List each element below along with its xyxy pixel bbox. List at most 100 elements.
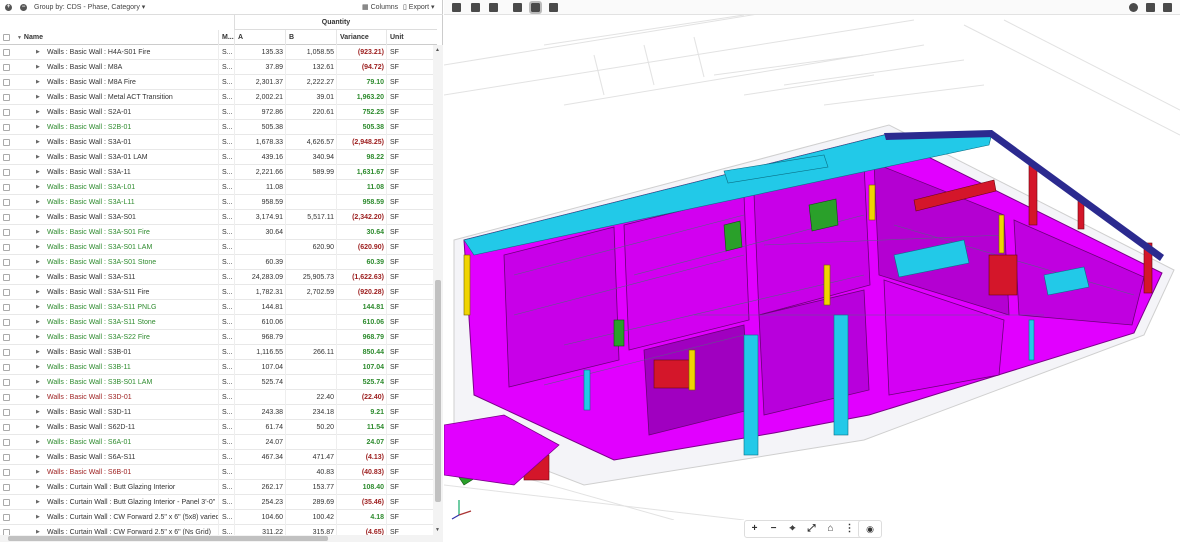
table-row[interactable]: ▶ Walls : Basic Wall : S3A-S11 S... 24,283.… bbox=[0, 270, 437, 285]
row-checkbox[interactable] bbox=[3, 514, 10, 521]
scroll-down-icon[interactable]: ▼ bbox=[435, 527, 440, 533]
orbit-icon[interactable]: ⌖ bbox=[783, 521, 802, 537]
expand-caret-icon[interactable]: ▶ bbox=[36, 105, 40, 120]
expand-caret-icon[interactable]: ▶ bbox=[36, 390, 40, 405]
settings-icon[interactable] bbox=[1129, 3, 1138, 12]
expand-caret-icon[interactable]: ▶ bbox=[36, 135, 40, 150]
table-row[interactable]: ▶ Walls : Basic Wall : S6A-S11 S... 467.34 4… bbox=[0, 450, 437, 465]
table-row[interactable]: ▶ Walls : Basic Wall : S3B-S01 LAM S... 525… bbox=[0, 375, 437, 390]
row-checkbox[interactable] bbox=[3, 169, 10, 176]
row-checkbox[interactable] bbox=[3, 379, 10, 386]
plus-circle-icon[interactable]: + bbox=[5, 4, 12, 11]
expand-caret-icon[interactable]: ▶ bbox=[36, 510, 40, 525]
row-checkbox[interactable] bbox=[3, 199, 10, 206]
row-checkbox[interactable] bbox=[3, 424, 10, 431]
group-by-dropdown[interactable]: Group by: CDS - Phase, Category ▾ bbox=[34, 3, 145, 11]
row-checkbox[interactable] bbox=[3, 334, 10, 341]
popout-icon[interactable] bbox=[1163, 3, 1172, 12]
table-row[interactable]: ▶ Walls : Basic Wall : H4A-S01 Fire S... 13… bbox=[0, 45, 437, 60]
model-viewer[interactable]: + − ⌖ ⤢ ⌂ ⋮ ◉ bbox=[444, 0, 1180, 542]
table-row[interactable]: ▶ Walls : Basic Wall : S3B-11 S... 107.04 10… bbox=[0, 360, 437, 375]
expand-caret-icon[interactable]: ▶ bbox=[36, 435, 40, 450]
table-row[interactable]: ▶ Walls : Basic Wall : S2A-01 S... 972.86 22… bbox=[0, 105, 437, 120]
document-icon[interactable] bbox=[549, 3, 558, 12]
camera-icon[interactable]: ◉ bbox=[858, 520, 882, 538]
expand-caret-icon[interactable]: ▶ bbox=[36, 195, 40, 210]
row-checkbox[interactable] bbox=[3, 364, 10, 371]
expand-caret-icon[interactable]: ▶ bbox=[36, 465, 40, 480]
table-row[interactable]: ▶ Walls : Basic Wall : S3A-01 LAM S... 439.… bbox=[0, 150, 437, 165]
row-checkbox[interactable] bbox=[3, 289, 10, 296]
layers-icon[interactable] bbox=[471, 3, 480, 12]
expand-caret-icon[interactable]: ▶ bbox=[36, 285, 40, 300]
expand-caret-icon[interactable]: ▶ bbox=[36, 375, 40, 390]
expand-caret-icon[interactable]: ▶ bbox=[36, 210, 40, 225]
row-checkbox[interactable] bbox=[3, 124, 10, 131]
row-checkbox[interactable] bbox=[3, 184, 10, 191]
table-row[interactable]: ▶ Walls : Curtain Wall : Butt Glazing Int… bbox=[0, 480, 437, 495]
expand-caret-icon[interactable]: ▶ bbox=[36, 180, 40, 195]
column-header-variance[interactable]: Variance bbox=[336, 30, 386, 45]
zoom-out-icon[interactable]: − bbox=[764, 521, 783, 537]
table-row[interactable]: ▶ Walls : Basic Wall : S3A-L11 S... 958.59 9… bbox=[0, 195, 437, 210]
table-row[interactable]: ▶ Walls : Basic Wall : S62D-11 S... 61.74 50… bbox=[0, 420, 437, 435]
more-icon[interactable]: ⋮ bbox=[840, 521, 859, 537]
select-all-checkbox[interactable] bbox=[3, 34, 10, 41]
expand-caret-icon[interactable]: ▶ bbox=[36, 345, 40, 360]
table-row[interactable]: ▶ Walls : Basic Wall : S3A-S11 Stone S... 6… bbox=[0, 315, 437, 330]
expand-caret-icon[interactable]: ▶ bbox=[36, 360, 40, 375]
table-row[interactable]: ▶ Walls : Curtain Wall : CW Forward 2.5" … bbox=[0, 510, 437, 525]
row-checkbox[interactable] bbox=[3, 274, 10, 281]
expand-caret-icon[interactable]: ▶ bbox=[36, 420, 40, 435]
row-checkbox[interactable] bbox=[3, 499, 10, 506]
horizontal-scroll-thumb[interactable] bbox=[8, 536, 328, 541]
row-checkbox[interactable] bbox=[3, 409, 10, 416]
table-row[interactable]: ▶ Walls : Basic Wall : S3D-01 S... 22.40 (22… bbox=[0, 390, 437, 405]
row-checkbox[interactable] bbox=[3, 469, 10, 476]
expand-caret-icon[interactable]: ▶ bbox=[36, 60, 40, 75]
expand-caret-icon[interactable]: ▶ bbox=[36, 450, 40, 465]
row-checkbox[interactable] bbox=[3, 64, 10, 71]
cube-icon[interactable] bbox=[513, 3, 522, 12]
table-row[interactable]: ▶ Walls : Basic Wall : S3A-11 S... 2,221.66… bbox=[0, 165, 437, 180]
3d-model-canvas[interactable] bbox=[444, 15, 1180, 520]
expand-caret-icon[interactable]: ▶ bbox=[36, 240, 40, 255]
column-header-name[interactable]: ▼ Name bbox=[14, 30, 218, 45]
row-checkbox[interactable] bbox=[3, 454, 10, 461]
column-header-a[interactable]: A bbox=[234, 30, 285, 45]
lock-view-icon[interactable] bbox=[529, 1, 542, 14]
row-checkbox[interactable] bbox=[3, 49, 10, 56]
column-header-m[interactable]: M... bbox=[218, 30, 234, 45]
horizontal-scrollbar[interactable] bbox=[0, 535, 443, 542]
expand-caret-icon[interactable]: ▶ bbox=[36, 150, 40, 165]
row-checkbox[interactable] bbox=[3, 109, 10, 116]
table-row[interactable]: ▶ Walls : Basic Wall : M8A S... 37.89 132.61… bbox=[0, 60, 437, 75]
table-row[interactable]: ▶ Walls : Basic Wall : S6B-01 S... 40.83 (40… bbox=[0, 465, 437, 480]
expand-caret-icon[interactable]: ▶ bbox=[36, 300, 40, 315]
expand-caret-icon[interactable]: ▶ bbox=[36, 405, 40, 420]
zoom-in-icon[interactable]: + bbox=[745, 521, 764, 537]
row-checkbox[interactable] bbox=[3, 394, 10, 401]
table-row[interactable]: ▶ Walls : Basic Wall : S3A-01 S... 1,678.33… bbox=[0, 135, 437, 150]
vertical-scroll-thumb[interactable] bbox=[435, 280, 441, 502]
table-row[interactable]: ▶ Walls : Basic Wall : S3A-L01 S... 11.08 11… bbox=[0, 180, 437, 195]
expand-caret-icon[interactable]: ▶ bbox=[36, 45, 40, 60]
row-checkbox[interactable] bbox=[3, 244, 10, 251]
minus-circle-icon[interactable]: − bbox=[20, 4, 27, 11]
table-row[interactable]: ▶ Walls : Basic Wall : S2B-01 S... 505.38 50… bbox=[0, 120, 437, 135]
table-row[interactable]: ▶ Walls : Basic Wall : M8A Fire S... 2,301.… bbox=[0, 75, 437, 90]
expand-caret-icon[interactable]: ▶ bbox=[36, 75, 40, 90]
section-box-icon[interactable] bbox=[452, 3, 461, 12]
expand-caret-icon[interactable]: ▶ bbox=[36, 90, 40, 105]
table-row[interactable]: ▶ Walls : Basic Wall : S3A-S22 Fire S... 96… bbox=[0, 330, 437, 345]
expand-caret-icon[interactable]: ▶ bbox=[36, 480, 40, 495]
row-checkbox[interactable] bbox=[3, 214, 10, 221]
fit-view-icon[interactable]: ⤢ bbox=[802, 521, 821, 537]
row-checkbox[interactable] bbox=[3, 484, 10, 491]
table-row[interactable]: ▶ Walls : Basic Wall : Metal ACT Transiti… bbox=[0, 90, 437, 105]
table-row[interactable]: ▶ Walls : Basic Wall : S3A-S01 LAM S... 620… bbox=[0, 240, 437, 255]
message-icon[interactable] bbox=[1146, 3, 1155, 12]
row-checkbox[interactable] bbox=[3, 79, 10, 86]
row-checkbox[interactable] bbox=[3, 154, 10, 161]
row-checkbox[interactable] bbox=[3, 304, 10, 311]
